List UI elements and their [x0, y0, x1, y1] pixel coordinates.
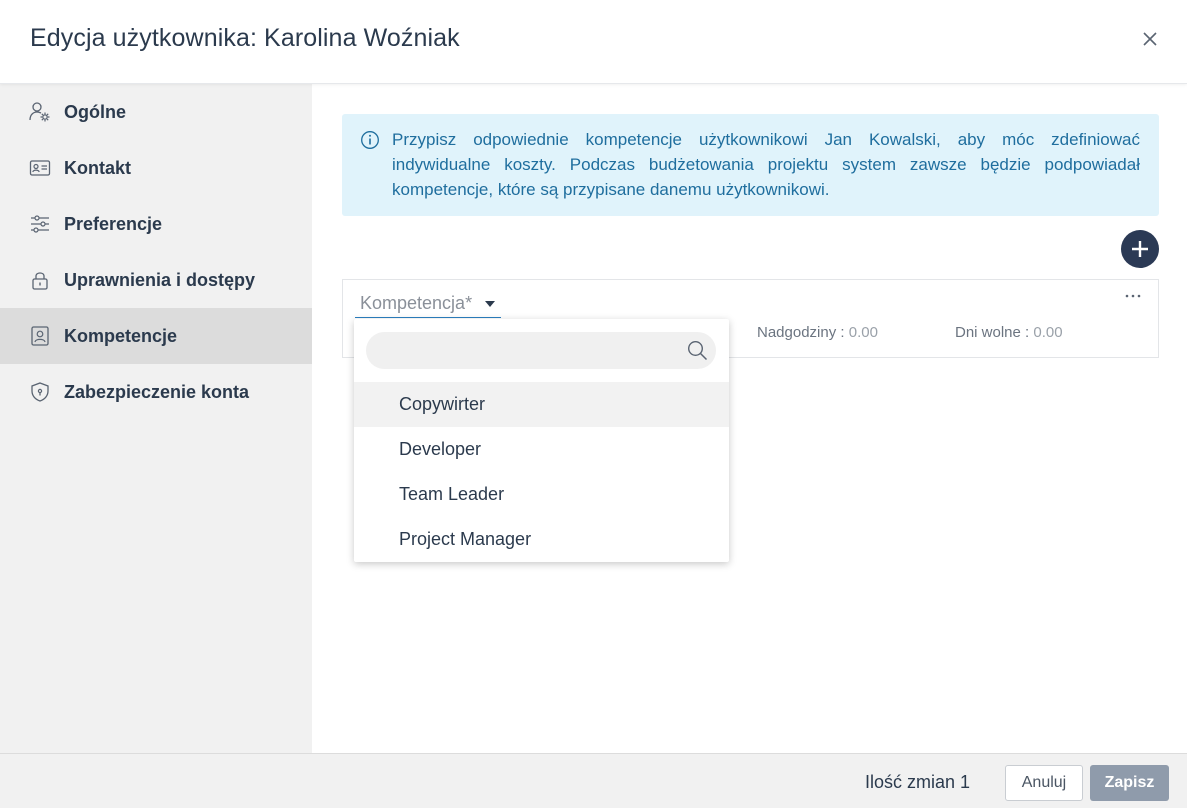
add-competence-button[interactable] [1121, 230, 1159, 268]
dropdown-option[interactable]: Project Manager [354, 517, 729, 562]
dropdown-option[interactable]: Developer [354, 427, 729, 472]
dropdown-option-label: Copywirter [399, 394, 486, 414]
user-badge-icon [31, 326, 49, 346]
info-icon [361, 131, 379, 149]
info-text: Przypisz odpowiednie kompetencje użytkow… [392, 130, 1140, 199]
dropdown-option-label: Developer [399, 439, 482, 459]
overtime-value: 0.00 [848, 324, 878, 341]
more-options-icon[interactable] [1124, 291, 1142, 301]
sidebar-item-competences[interactable]: Kompetencje [0, 308, 312, 364]
overtime-colon: : [836, 324, 849, 341]
dialog-title: Edycja użytkownika: Karolina Woźniak [30, 24, 460, 52]
caret-down-icon [485, 301, 495, 307]
user-gear-icon [29, 102, 50, 122]
sidebar-item-preferences[interactable]: Preferencje [0, 196, 312, 252]
sidebar-item-label: Kontakt [64, 158, 131, 178]
sidebar: Ogólne Kontakt Preferencje Uprawnienia i… [0, 84, 312, 753]
days-off-label: Dni wolne [955, 324, 1021, 341]
cancel-button[interactable]: Anuluj [1005, 765, 1083, 801]
sidebar-item-permissions[interactable]: Uprawnienia i dostępy [0, 252, 312, 308]
sidebar-item-label: Kompetencje [64, 326, 178, 346]
lock-icon [32, 272, 48, 290]
days-off-field: Dni wolne : 0.00 [955, 324, 1063, 341]
competence-dropdown: Copywirter Developer Team Leader Project… [354, 319, 729, 562]
changes-count: Ilość zmian 1 [865, 772, 971, 792]
sidebar-item-contact[interactable]: Kontakt [0, 140, 312, 196]
dropdown-option-label: Team Leader [399, 484, 505, 504]
plus-icon [1132, 241, 1148, 257]
close-icon[interactable] [1140, 29, 1160, 49]
info-banner: Przypisz odpowiednie kompetencje użytkow… [342, 114, 1159, 216]
dialog-header: Edycja użytkownika: Karolina Woźniak [0, 0, 1187, 84]
dropdown-option-label: Project Manager [399, 529, 532, 549]
days-off-value: 0.00 [1033, 324, 1063, 341]
dialog-footer: Ilość zmian 1 Anuluj Zapisz [0, 753, 1187, 808]
sliders-icon [31, 215, 49, 233]
sidebar-item-label: Zabezpieczenie konta [64, 382, 250, 402]
dropdown-search-input[interactable] [366, 332, 716, 369]
overtime-label: Nadgodziny [757, 324, 837, 341]
sidebar-item-account-security[interactable]: Zabezpieczenie konta [0, 364, 312, 420]
competence-select-value: Kompetencja* [360, 293, 473, 313]
sidebar-item-label: Uprawnienia i dostępy [64, 270, 256, 290]
sidebar-item-general[interactable]: Ogólne [0, 84, 312, 140]
sidebar-item-label: Ogólne [64, 102, 126, 122]
days-off-colon: : [1020, 324, 1034, 341]
dropdown-option[interactable]: Team Leader [354, 472, 729, 517]
overtime-field: Nadgodziny : 0.00 [757, 324, 878, 341]
search-icon [687, 340, 708, 361]
id-card-icon [29, 160, 51, 176]
shield-icon [31, 382, 49, 402]
competence-select[interactable]: Kompetencja* [355, 290, 501, 318]
sidebar-item-label: Preferencje [64, 214, 163, 234]
dropdown-option[interactable]: Copywirter [354, 382, 729, 427]
save-button[interactable]: Zapisz [1090, 765, 1169, 801]
